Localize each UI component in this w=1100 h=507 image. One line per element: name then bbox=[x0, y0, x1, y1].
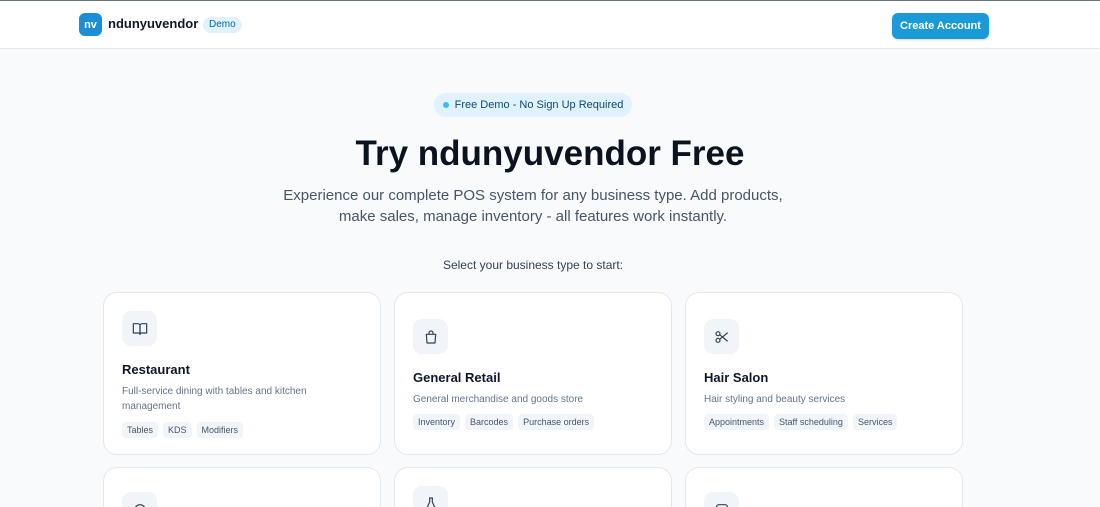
card-title: General Retail bbox=[413, 370, 501, 385]
feature-tag: Modifiers bbox=[196, 422, 244, 438]
free-demo-pill-label: Free Demo - No Sign Up Required bbox=[454, 99, 624, 111]
logo-icon[interactable]: nv bbox=[79, 13, 102, 36]
create-account-button[interactable]: Create Account bbox=[892, 13, 989, 39]
card-description: General merchandise and goods store bbox=[413, 394, 584, 405]
business-card-general-retail[interactable]: General Retail General merchandise and g… bbox=[394, 292, 672, 455]
card-tags: Tables KDS Modifiers bbox=[122, 422, 244, 438]
scissors-icon bbox=[704, 319, 739, 354]
page-subtitle: Experience our complete POS system for a… bbox=[283, 187, 783, 225]
business-card-partial[interactable] bbox=[685, 467, 963, 507]
business-card-partial[interactable] bbox=[103, 467, 381, 507]
card-tags: Inventory Barcodes Purchase orders bbox=[413, 414, 595, 430]
navbar: nv ndunyuvendor Demo Create Account bbox=[0, 1, 1100, 49]
shopping-bag-icon bbox=[413, 319, 448, 354]
feature-tag: KDS bbox=[163, 422, 192, 438]
box-icon bbox=[704, 492, 739, 507]
page-title: Try ndunyuvendor Free bbox=[355, 134, 745, 173]
free-demo-pill: Free Demo - No Sign Up Required bbox=[434, 93, 632, 117]
brand-name[interactable]: ndunyuvendor bbox=[108, 16, 198, 31]
feature-tag: Services bbox=[852, 414, 898, 430]
business-card-restaurant[interactable]: Restaurant Full-service dining with tabl… bbox=[103, 292, 381, 455]
feature-tag: Appointments bbox=[704, 414, 770, 430]
card-description: Hair styling and beauty services bbox=[704, 394, 846, 405]
card-title: Restaurant bbox=[122, 362, 190, 377]
feature-tag: Barcodes bbox=[465, 414, 514, 430]
demo-badge: Demo bbox=[203, 17, 242, 33]
business-card-hair-salon[interactable]: Hair Salon Hair styling and beauty servi… bbox=[685, 292, 963, 455]
book-icon bbox=[122, 311, 157, 346]
card-title: Hair Salon bbox=[704, 370, 769, 385]
circle-icon bbox=[122, 492, 157, 507]
flask-icon bbox=[413, 486, 448, 507]
business-card-partial[interactable] bbox=[394, 467, 672, 507]
feature-tag: Tables bbox=[122, 422, 159, 438]
card-tags: Appointments Staff scheduling Services bbox=[704, 414, 898, 430]
feature-tag: Purchase orders bbox=[518, 414, 595, 430]
card-description: Full-service dining with tables and kitc… bbox=[122, 386, 307, 412]
business-type-prompt: Select your business type to start: bbox=[442, 258, 624, 272]
feature-tag: Inventory bbox=[413, 414, 461, 430]
status-dot-icon bbox=[442, 102, 449, 108]
feature-tag: Staff scheduling bbox=[774, 414, 848, 430]
